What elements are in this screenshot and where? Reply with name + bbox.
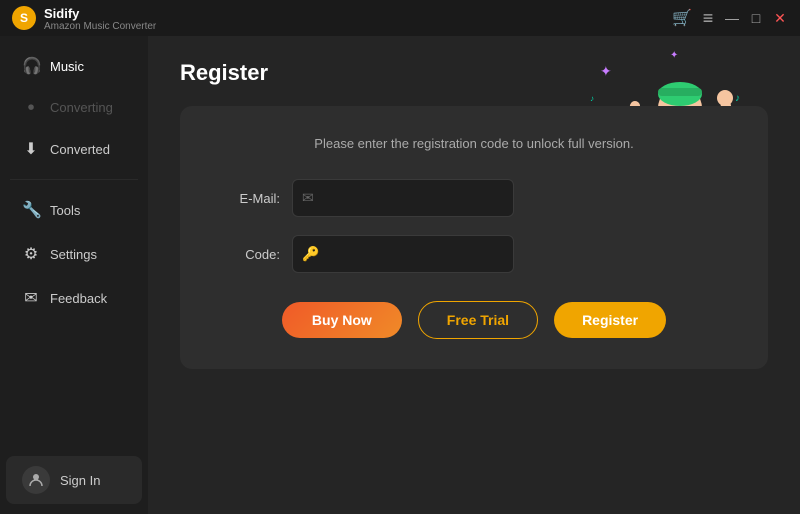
sidebar-item-converted-label: Converted — [50, 142, 110, 157]
button-row: Buy Now Free Trial Register — [220, 301, 728, 339]
sidebar-item-settings-label: Settings — [50, 247, 97, 262]
menu-icon[interactable]: ≡ — [700, 10, 716, 26]
cart-icon[interactable]: 🛒 — [672, 8, 692, 28]
buy-now-button[interactable]: Buy Now — [282, 302, 402, 338]
maximize-button[interactable]: □ — [748, 10, 764, 26]
nav-divider — [10, 179, 138, 180]
sidebar-item-settings[interactable]: ⚙ Settings — [6, 234, 142, 274]
logo-char: S — [20, 11, 28, 25]
register-card: Please enter the registration code to un… — [180, 106, 768, 369]
email-input[interactable] — [292, 179, 514, 217]
app-name: Sidify — [44, 6, 79, 21]
page-title: Register — [180, 60, 268, 86]
main-content: ✦ ✦ ♪ ♪ ♪ — [148, 36, 800, 514]
music-icon: 🎧 — [22, 56, 40, 76]
sidebar-item-converting: ⏺ Converting — [6, 90, 142, 125]
signin-icon — [22, 466, 50, 494]
sidebar-item-music[interactable]: 🎧 Music — [6, 46, 142, 86]
sidebar-item-tools[interactable]: 🔧 Tools — [6, 190, 142, 230]
code-row: Code: 🔑 — [220, 235, 728, 273]
converted-icon: ⬇ — [22, 139, 40, 159]
sidebar-item-converted[interactable]: ⬇ Converted — [6, 129, 142, 169]
svg-text:✦: ✦ — [670, 50, 678, 61]
free-trial-button[interactable]: Free Trial — [418, 301, 538, 339]
svg-text:♪: ♪ — [590, 94, 594, 103]
email-row: E-Mail: ✉ — [220, 179, 728, 217]
code-input-wrapper: 🔑 — [292, 235, 612, 273]
code-label: Code: — [220, 247, 280, 262]
titlebar: S Sidify Amazon Music Converter 🛒 ≡ — □ … — [0, 0, 800, 36]
email-input-wrapper: ✉ — [292, 179, 612, 217]
svg-text:✦: ✦ — [600, 63, 612, 79]
sidebar-item-tools-label: Tools — [50, 203, 80, 218]
converting-icon: ⏺ — [22, 100, 40, 115]
window-controls: 🛒 ≡ — □ ✕ — [672, 8, 788, 28]
feedback-icon: ✉ — [22, 288, 40, 308]
sidebar-item-converting-label: Converting — [50, 100, 113, 115]
card-description: Please enter the registration code to un… — [220, 136, 728, 151]
signin-button[interactable]: Sign In — [6, 456, 142, 504]
tools-icon: 🔧 — [22, 200, 40, 220]
app-info: Sidify Amazon Music Converter — [44, 5, 156, 32]
svg-text:♪: ♪ — [735, 93, 740, 104]
signin-label: Sign In — [60, 473, 100, 488]
sidebar-item-feedback[interactable]: ✉ Feedback — [6, 278, 142, 318]
sidebar-item-feedback-label: Feedback — [50, 291, 107, 306]
key-icon: 🔑 — [302, 246, 319, 263]
sidebar: 🎧 Music ⏺ Converting ⬇ Converted 🔧 Tools… — [0, 36, 148, 514]
code-input[interactable] — [292, 235, 514, 273]
app-subtitle: Amazon Music Converter — [44, 21, 156, 32]
settings-icon: ⚙ — [22, 244, 40, 264]
app-logo: S — [12, 6, 36, 30]
email-icon: ✉ — [302, 190, 314, 207]
app-body: 🎧 Music ⏺ Converting ⬇ Converted 🔧 Tools… — [0, 36, 800, 514]
minimize-button[interactable]: — — [724, 10, 740, 26]
register-button[interactable]: Register — [554, 302, 666, 338]
sidebar-item-music-label: Music — [50, 59, 84, 74]
close-button[interactable]: ✕ — [772, 10, 788, 26]
sidebar-bottom: Sign In — [0, 446, 148, 514]
email-label: E-Mail: — [220, 191, 280, 206]
